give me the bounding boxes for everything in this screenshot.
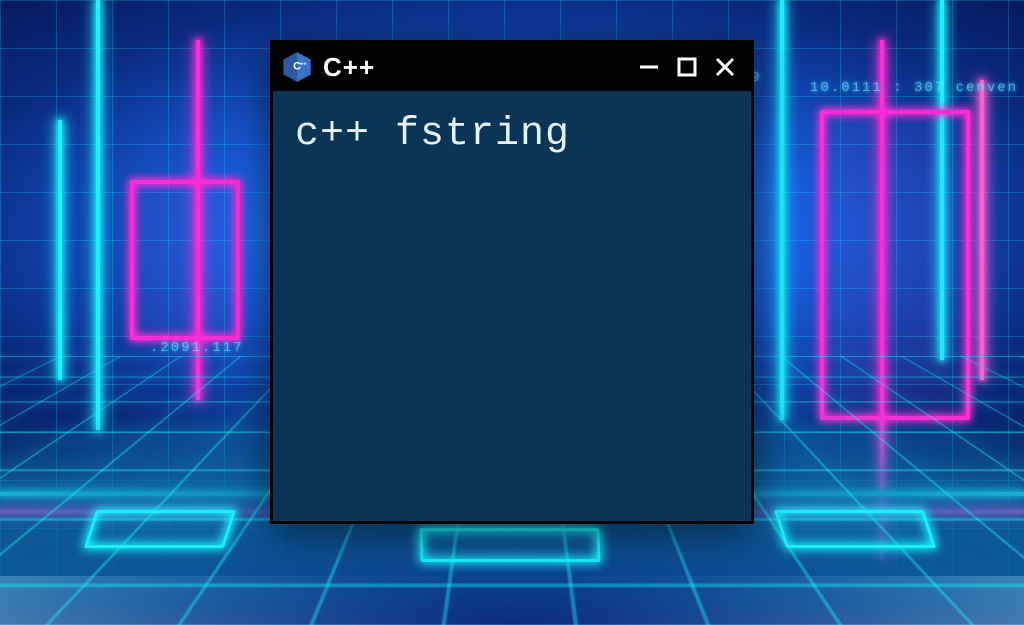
window-title: C++ (323, 52, 375, 83)
floor-tile (84, 510, 236, 548)
close-icon (713, 55, 737, 79)
floor-tile (774, 510, 936, 548)
maximize-button[interactable] (673, 53, 701, 81)
cpp-hex-icon: C ++ (281, 51, 313, 83)
floor-tile (419, 528, 600, 562)
svg-text:C: C (293, 61, 301, 73)
neon-track (980, 80, 984, 380)
window-controls (635, 53, 741, 81)
maximize-icon (675, 55, 699, 79)
console-window: C ++ C++ c++ fs (270, 40, 754, 524)
decorative-digits: .2091.117 (150, 340, 244, 356)
minimize-icon (637, 55, 661, 79)
svg-text:++: ++ (300, 62, 306, 68)
close-button[interactable] (711, 53, 739, 81)
decorative-digits: 10.0111 : 307 cenven (810, 80, 1018, 96)
neon-track (58, 120, 62, 380)
console-output: c++ fstring (273, 91, 751, 521)
minimize-button[interactable] (635, 53, 663, 81)
neon-box (130, 180, 240, 340)
titlebar[interactable]: C ++ C++ (273, 43, 751, 91)
